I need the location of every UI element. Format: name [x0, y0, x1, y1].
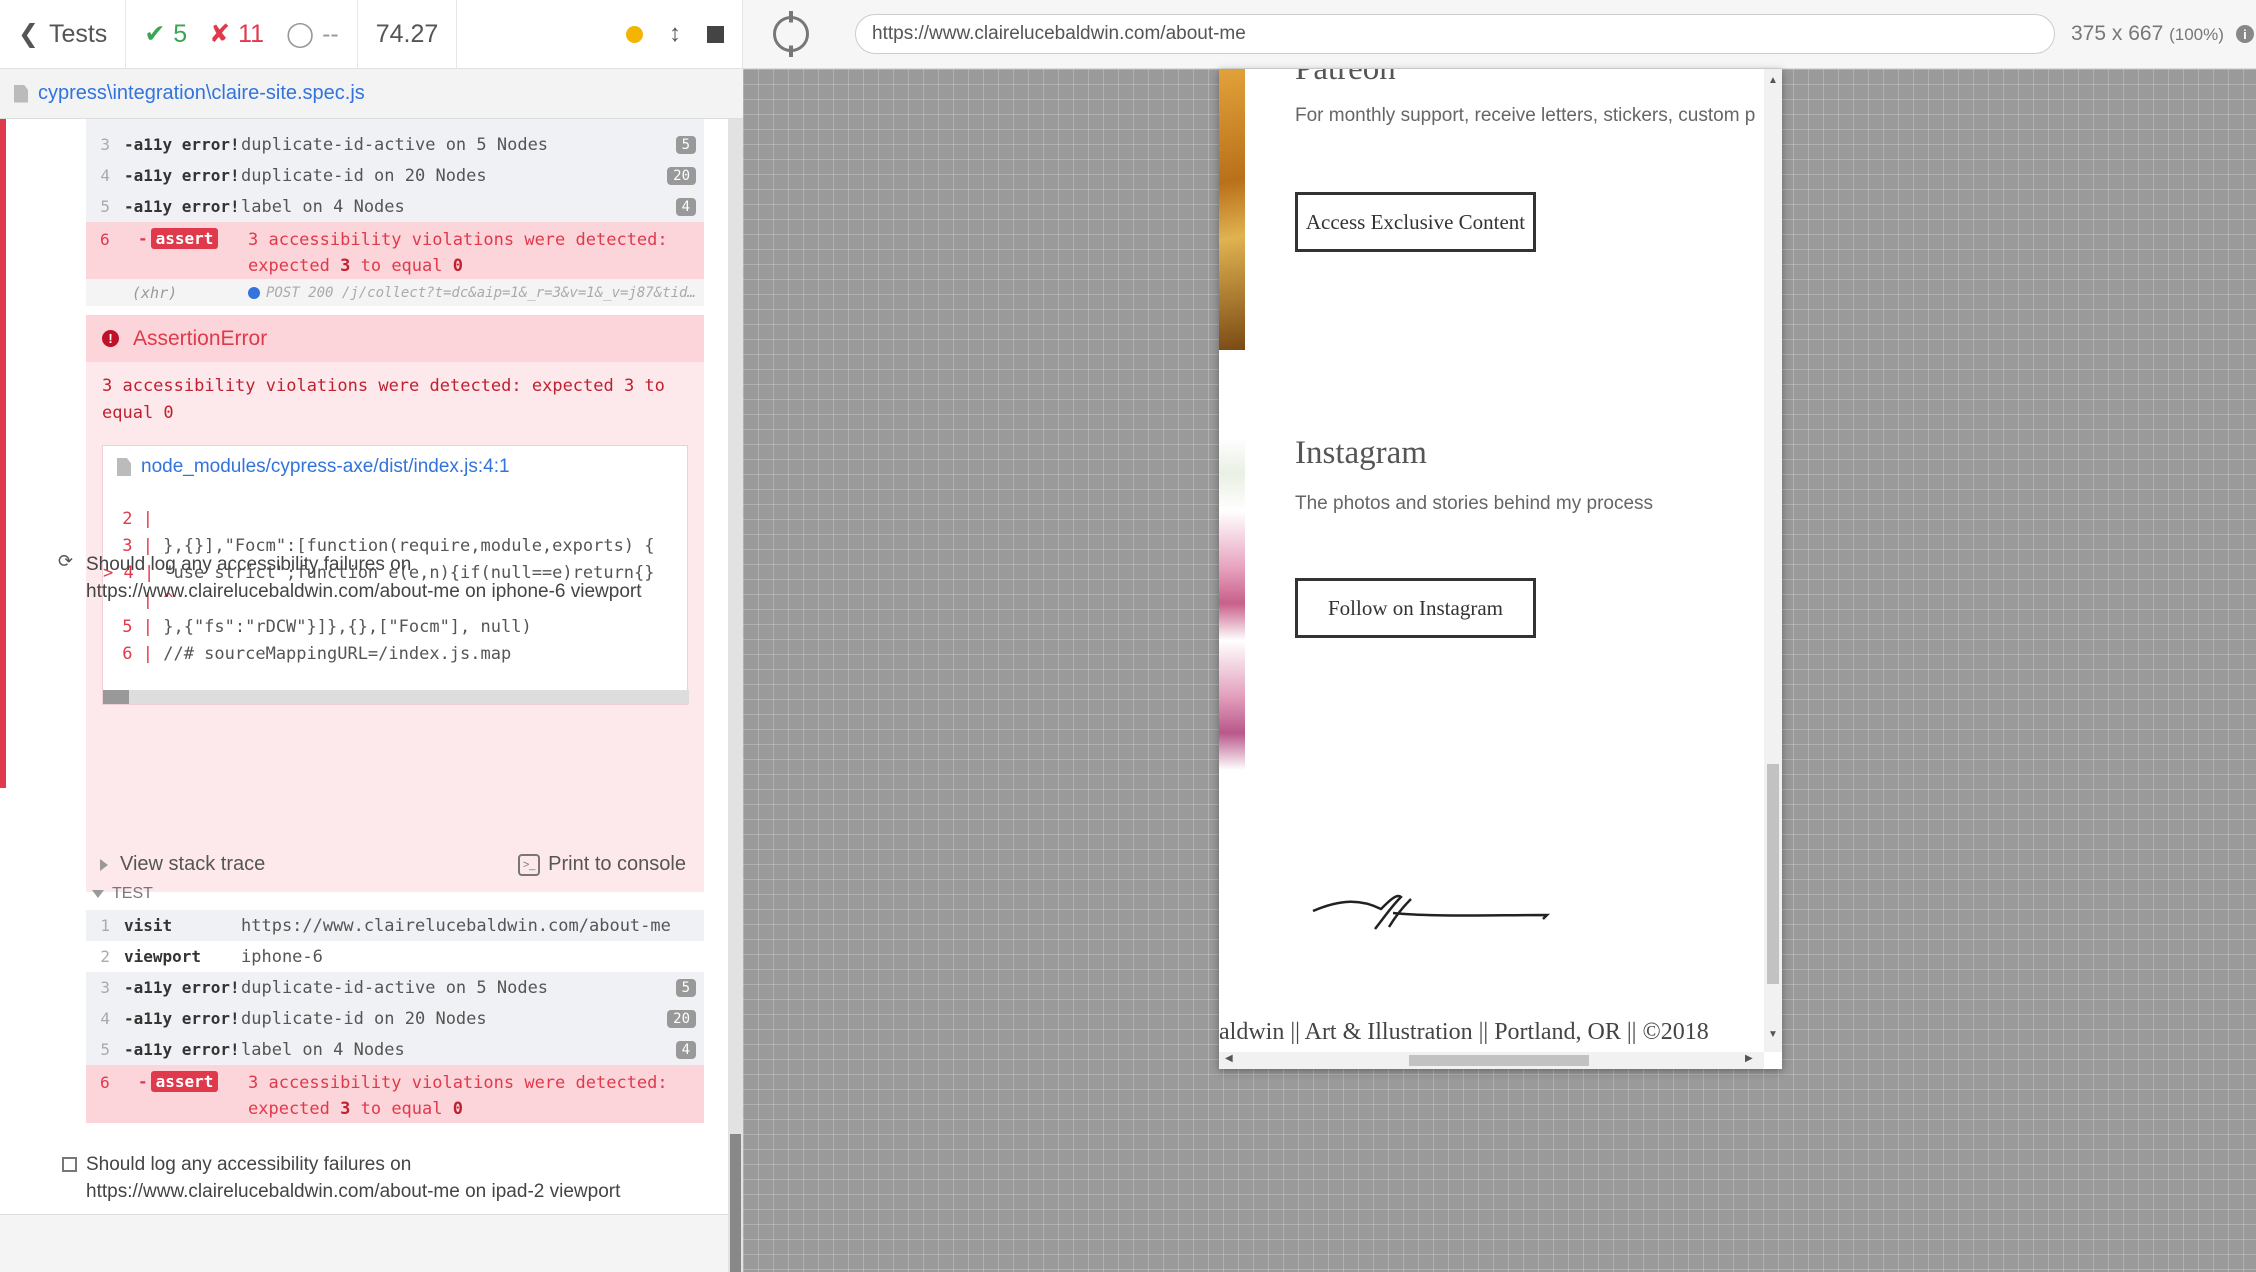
tests-back-button[interactable]: ❮ Tests [0, 0, 127, 68]
test-title[interactable]: Should log any accessibility failures on… [86, 551, 656, 605]
test-title[interactable]: Should log any accessibility failures on… [86, 1151, 706, 1205]
pending-stat: ◯ -- [286, 19, 339, 49]
scrollbar-thumb[interactable] [1409, 1055, 1589, 1066]
command-row[interactable]: 2 viewport iphone-6 [86, 941, 704, 972]
scrollbar-thumb[interactable] [730, 1134, 741, 1272]
scroll-up-icon[interactable]: ▲ [1768, 75, 1778, 86]
code-line: 6 | //# sourceMappingURL=/index.js.map [122, 644, 512, 664]
scrollbar-thumb[interactable] [103, 690, 129, 704]
command-row[interactable]: 3 -a11y error! duplicate-id-active on 5 … [86, 972, 704, 1003]
reporter-header: ❮ Tests ✔ 5 ✘ 11 ◯ -- 74.27 ↕ [0, 0, 743, 69]
count-badge: 20 [667, 166, 696, 185]
passed-stat: ✔ 5 [144, 19, 188, 49]
spec-file-bar: cypress\integration\claire-site.spec.js [0, 69, 743, 119]
error-header: ! AssertionError [86, 315, 704, 362]
test-section-header[interactable]: TEST [92, 885, 153, 903]
scroll-left-icon[interactable]: ◀ [1225, 1053, 1233, 1064]
view-stack-trace-toggle[interactable]: View stack trace [100, 853, 265, 876]
scrollbar-thumb[interactable] [1767, 764, 1779, 984]
iframe-horizontal-scrollbar[interactable]: ◀ ▶ [1219, 1052, 1764, 1069]
access-exclusive-content-button[interactable]: Access Exclusive Content [1295, 192, 1536, 252]
file-icon [14, 84, 28, 103]
spec-path[interactable]: cypress\integration\claire-site.spec.js [38, 82, 365, 105]
scroll-right-icon[interactable]: ▶ [1745, 1053, 1753, 1064]
error-message: 3 accessibility violations were detected… [102, 376, 665, 423]
cut-off-row [86, 119, 704, 129]
check-icon: ✔ [144, 20, 166, 48]
auto-scroll-toggle-icon[interactable]: ↕ [669, 20, 681, 48]
follow-on-instagram-button[interactable]: Follow on Instagram [1295, 578, 1536, 638]
instagram-heading: Instagram [1295, 435, 1427, 471]
pending-checkbox-icon [62, 1157, 77, 1172]
code-frame-scrollbar[interactable] [103, 690, 689, 704]
app-iframe[interactable]: Patreon For monthly support, receive let… [1219, 69, 1782, 1069]
assert-tag: assert [150, 228, 219, 249]
caret-down-icon [92, 890, 104, 898]
count-badge: 5 [675, 135, 696, 154]
running-indicator-icon [626, 25, 643, 43]
count-badge: 4 [675, 1040, 696, 1059]
test-stats: ✔ 5 ✘ 11 ◯ -- [126, 0, 358, 68]
terminal-icon: >_ [518, 853, 541, 876]
error-icon: ! [102, 330, 119, 347]
command-row[interactable]: 3 -a11y error! duplicate-id-active on 5 … [86, 129, 704, 160]
assert-row[interactable]: 6 - assert 3 accessibility violations wer… [86, 222, 704, 280]
xhr-row[interactable]: (xhr) POST 200 /j/collect?t=dc&aip=1&_r=… [86, 279, 704, 306]
failed-stat: ✘ 11 [209, 19, 265, 49]
reporter-footer [0, 1214, 728, 1272]
scroll-down-icon[interactable]: ▼ [1768, 1029, 1778, 1040]
command-row[interactable]: 4 -a11y error! duplicate-id on 20 Nodes … [86, 160, 704, 191]
code-frame-file[interactable]: node_modules/cypress-axe/dist/index.js:4… [117, 456, 510, 478]
assert-row[interactable]: 6 - assert 3 accessibility violations wer… [86, 1065, 704, 1123]
count-badge: 5 [675, 978, 696, 997]
failed-test-indicator [0, 119, 6, 788]
reporter-scrollbar[interactable] [728, 119, 743, 1272]
run-controls: ↕ [457, 0, 743, 68]
patreon-heading: Patreon [1295, 69, 1396, 87]
url-bar[interactable]: https://www.clairelucebaldwin.com/about-… [855, 14, 2055, 54]
x-icon: ✘ [209, 20, 231, 48]
aut-header: https://www.clairelucebaldwin.com/about-… [743, 0, 2256, 69]
instagram-text: The photos and stories behind my process [1295, 493, 1654, 514]
print-to-console-button[interactable]: >_ Print to console [518, 853, 686, 876]
caret-right-icon [100, 858, 108, 871]
site-footer: aldwin || Art & Illustration || Portland… [1219, 1019, 1709, 1045]
stop-button[interactable] [707, 25, 724, 43]
signature-logo [1312, 894, 1551, 930]
count-badge: 20 [667, 1009, 696, 1028]
viewport-size: 375 x 667 (100%) [2071, 22, 2224, 45]
tests-label: Tests [48, 19, 108, 48]
patreon-text: For monthly support, receive letters, st… [1295, 105, 1756, 126]
xhr-status-icon [248, 286, 260, 299]
code-line: 5 | },{"fs":"rDCW"}]},{},["Focm"], null) [122, 617, 532, 637]
count-badge: 4 [675, 197, 696, 216]
assert-tag: assert [150, 1071, 219, 1092]
command-row[interactable]: 5 -a11y error! label on 4 Nodes 4 [86, 1034, 704, 1065]
selector-playground-icon[interactable] [773, 16, 809, 52]
command-row[interactable]: 5 -a11y error! label on 4 Nodes 4 [86, 191, 704, 222]
error-title: AssertionError [133, 326, 268, 350]
command-row[interactable]: 1 visit https://www.clairelucebaldwin.co… [86, 910, 704, 941]
aut-stage: Patreon For monthly support, receive let… [743, 69, 2256, 1272]
duration: 74.27 [358, 0, 458, 68]
refresh-icon: ⟳ [58, 551, 74, 571]
chevron-left-icon: ❮ [18, 20, 39, 48]
info-icon[interactable]: i [2235, 25, 2254, 43]
iframe-vertical-scrollbar[interactable]: ▲ ▼ [1764, 69, 1782, 1052]
error-footer: View stack trace >_ Print to console [86, 837, 704, 892]
code-line: 2 | [122, 509, 153, 529]
file-icon [117, 458, 131, 476]
illustration-image [1219, 69, 1245, 350]
spinner-icon: ◯ [286, 20, 315, 48]
command-row[interactable]: 4 -a11y error! duplicate-id on 20 Nodes … [86, 1003, 704, 1034]
reporter-panel: 3 -a11y error! duplicate-id-active on 5 … [0, 119, 728, 1214]
illustration-image [1219, 437, 1245, 807]
